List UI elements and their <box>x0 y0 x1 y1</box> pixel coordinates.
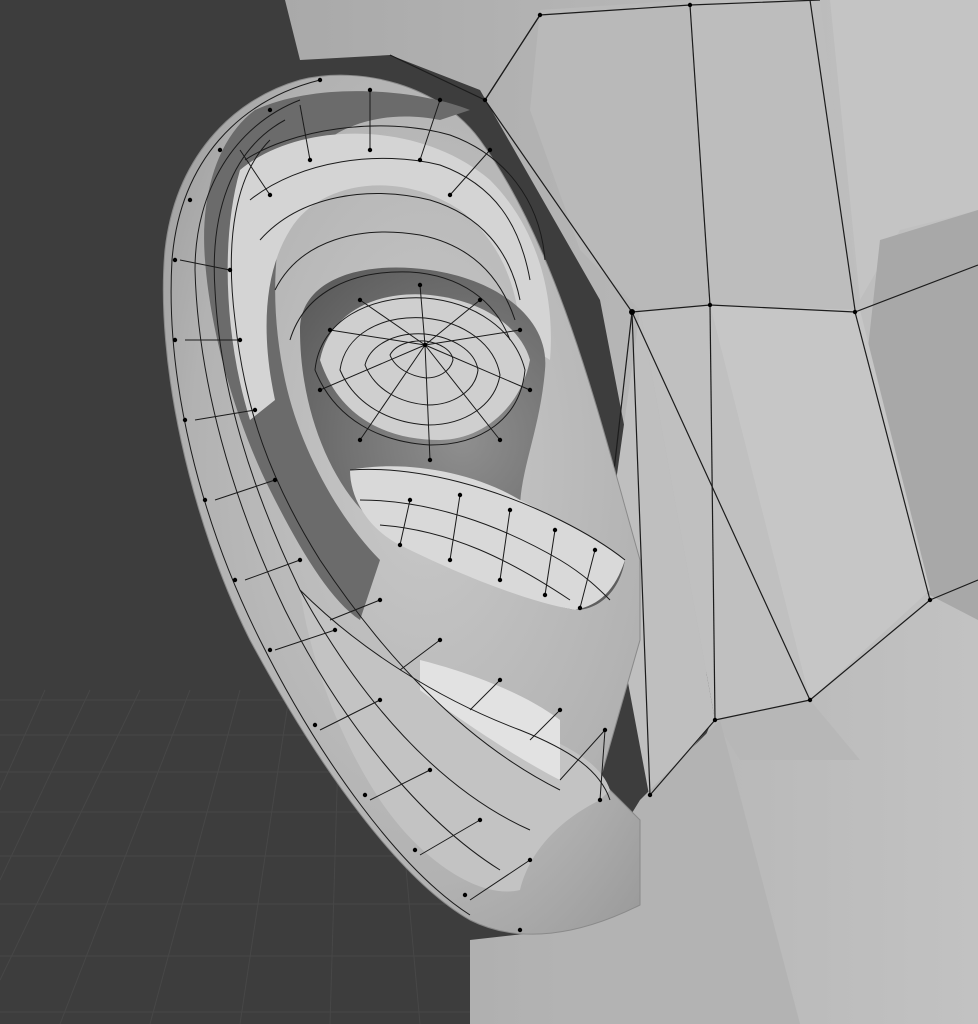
viewport-scene[interactable] <box>0 0 978 1024</box>
3d-viewport[interactable] <box>0 0 978 1024</box>
